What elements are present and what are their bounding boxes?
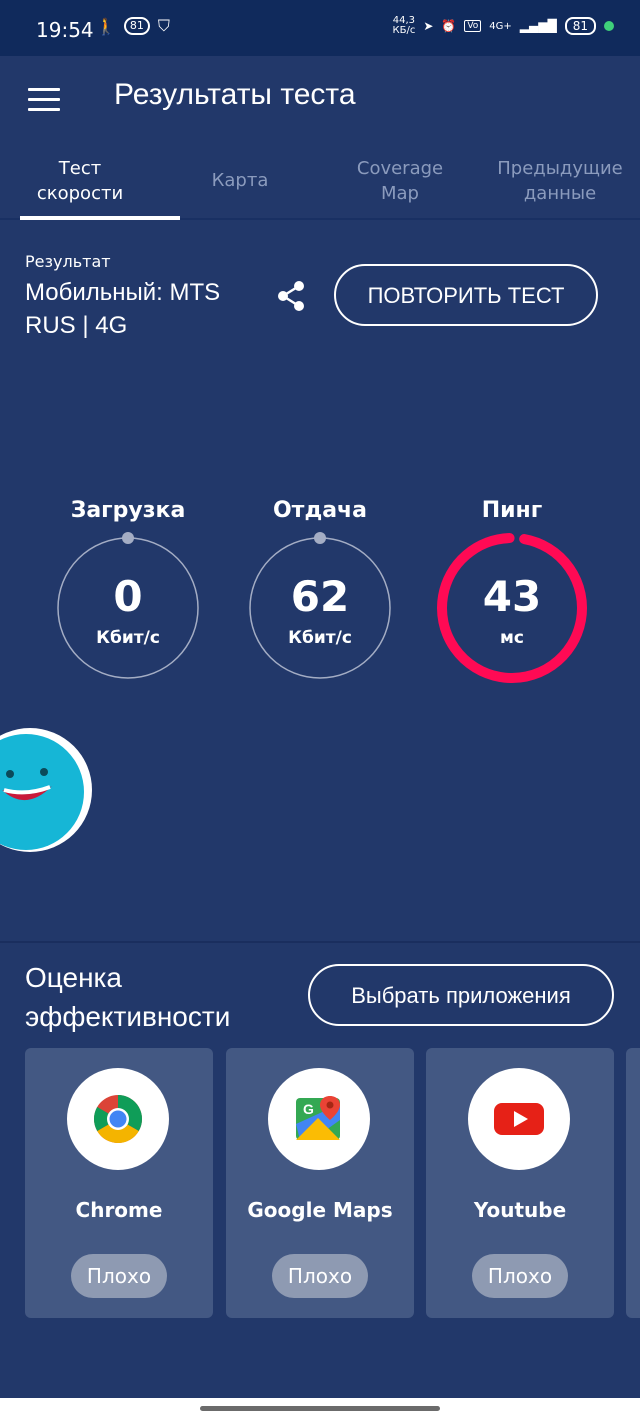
battery-level: 81 <box>564 17 596 35</box>
network-type: 4G+ <box>489 20 512 32</box>
home-handle[interactable] <box>200 1406 440 1411</box>
mascot-icon[interactable] <box>0 726 94 852</box>
result-label: Результат <box>25 252 111 271</box>
tab-bar: Тест скорости Карта Coverage Map Предыду… <box>0 146 640 220</box>
app-name: Chrome <box>75 1198 163 1222</box>
gauge-unit: Кбит/с <box>288 628 352 648</box>
status-left-icons: 🚶 81 ⛉ <box>96 16 170 36</box>
gauge-label: Пинг <box>481 498 543 523</box>
youtube-icon <box>468 1068 570 1170</box>
app-card-chrome[interactable]: Chrome Плохо <box>25 1048 213 1318</box>
app-bar: Результаты теста <box>0 56 640 146</box>
status-right-icons: 44,3 КБ/с ➤ ⏰ Vo 4G+ ▂▄▆█ 81 <box>392 16 614 36</box>
privacy-indicator-icon <box>604 21 614 31</box>
retest-button[interactable]: ПОВТОРИТЬ ТЕСТ <box>334 264 598 326</box>
gauge-label: Отдача <box>272 498 367 523</box>
volte-icon: Vo <box>464 20 482 32</box>
status-time: 19:54 <box>36 18 94 42</box>
app-name: Youtube <box>473 1198 567 1222</box>
tab-coverage-map[interactable]: Coverage Map <box>340 146 460 218</box>
menu-icon[interactable] <box>28 88 60 112</box>
page-title: Результаты теста <box>114 78 356 111</box>
svg-text:G: G <box>303 1101 314 1117</box>
status-bar: 19:54 🚶 81 ⛉ 44,3 КБ/с ➤ ⏰ Vo 4G+ ▂▄▆█ 8… <box>0 0 640 56</box>
google-maps-icon: G <box>268 1068 370 1170</box>
gauge-value: 0 <box>113 572 143 621</box>
signal-icon: ▂▄▆█ <box>519 19 557 33</box>
performance-title: Оценка эффективности <box>25 962 231 1032</box>
choose-apps-button[interactable]: Выбрать приложения <box>308 964 614 1026</box>
app-card-youtube[interactable]: Youtube Плохо <box>426 1048 614 1318</box>
share-icon[interactable] <box>276 280 306 312</box>
navigation-bar <box>0 1398 640 1423</box>
app-card-google-maps[interactable]: G Google Maps Плохо <box>226 1048 414 1318</box>
app-card-next[interactable] <box>626 1048 640 1318</box>
upload-gauge: Отдача 62 Кбит/с <box>240 498 400 688</box>
download-gauge: Загрузка 0 Кбит/с <box>48 498 208 688</box>
net-speed: 44,3 КБ/с <box>392 16 415 36</box>
alarm-icon: ⏰ <box>441 19 457 33</box>
section-divider <box>0 941 640 943</box>
location-arrow-icon: ➤ <box>423 19 434 33</box>
walk-icon: 🚶 <box>96 16 116 36</box>
tab-previous-data[interactable]: Предыдущие данные <box>480 146 640 218</box>
gauge-unit: Кбит/с <box>96 628 160 648</box>
net-speed-unit: КБ/с <box>392 25 416 36</box>
shield-icon: ⛉ <box>157 16 170 35</box>
gauge-unit: мс <box>500 628 524 648</box>
app-name: Google Maps <box>247 1198 393 1222</box>
gauge-label: Загрузка <box>70 498 186 523</box>
gauge-value: 62 <box>290 572 350 621</box>
rating-badge: Плохо <box>272 1254 368 1298</box>
rating-badge: Плохо <box>472 1254 568 1298</box>
tab-speed-test[interactable]: Тест скорости <box>20 146 180 220</box>
result-connection: Мобильный: MTS RUS | 4G <box>25 279 221 339</box>
gauge-value: 43 <box>482 572 542 621</box>
notification-badge: 81 <box>123 17 150 35</box>
ping-gauge: Пинг 43 мс <box>432 498 592 688</box>
tab-map[interactable]: Карта <box>160 146 320 218</box>
rating-badge: Плохо <box>71 1254 167 1298</box>
chrome-icon <box>67 1068 169 1170</box>
